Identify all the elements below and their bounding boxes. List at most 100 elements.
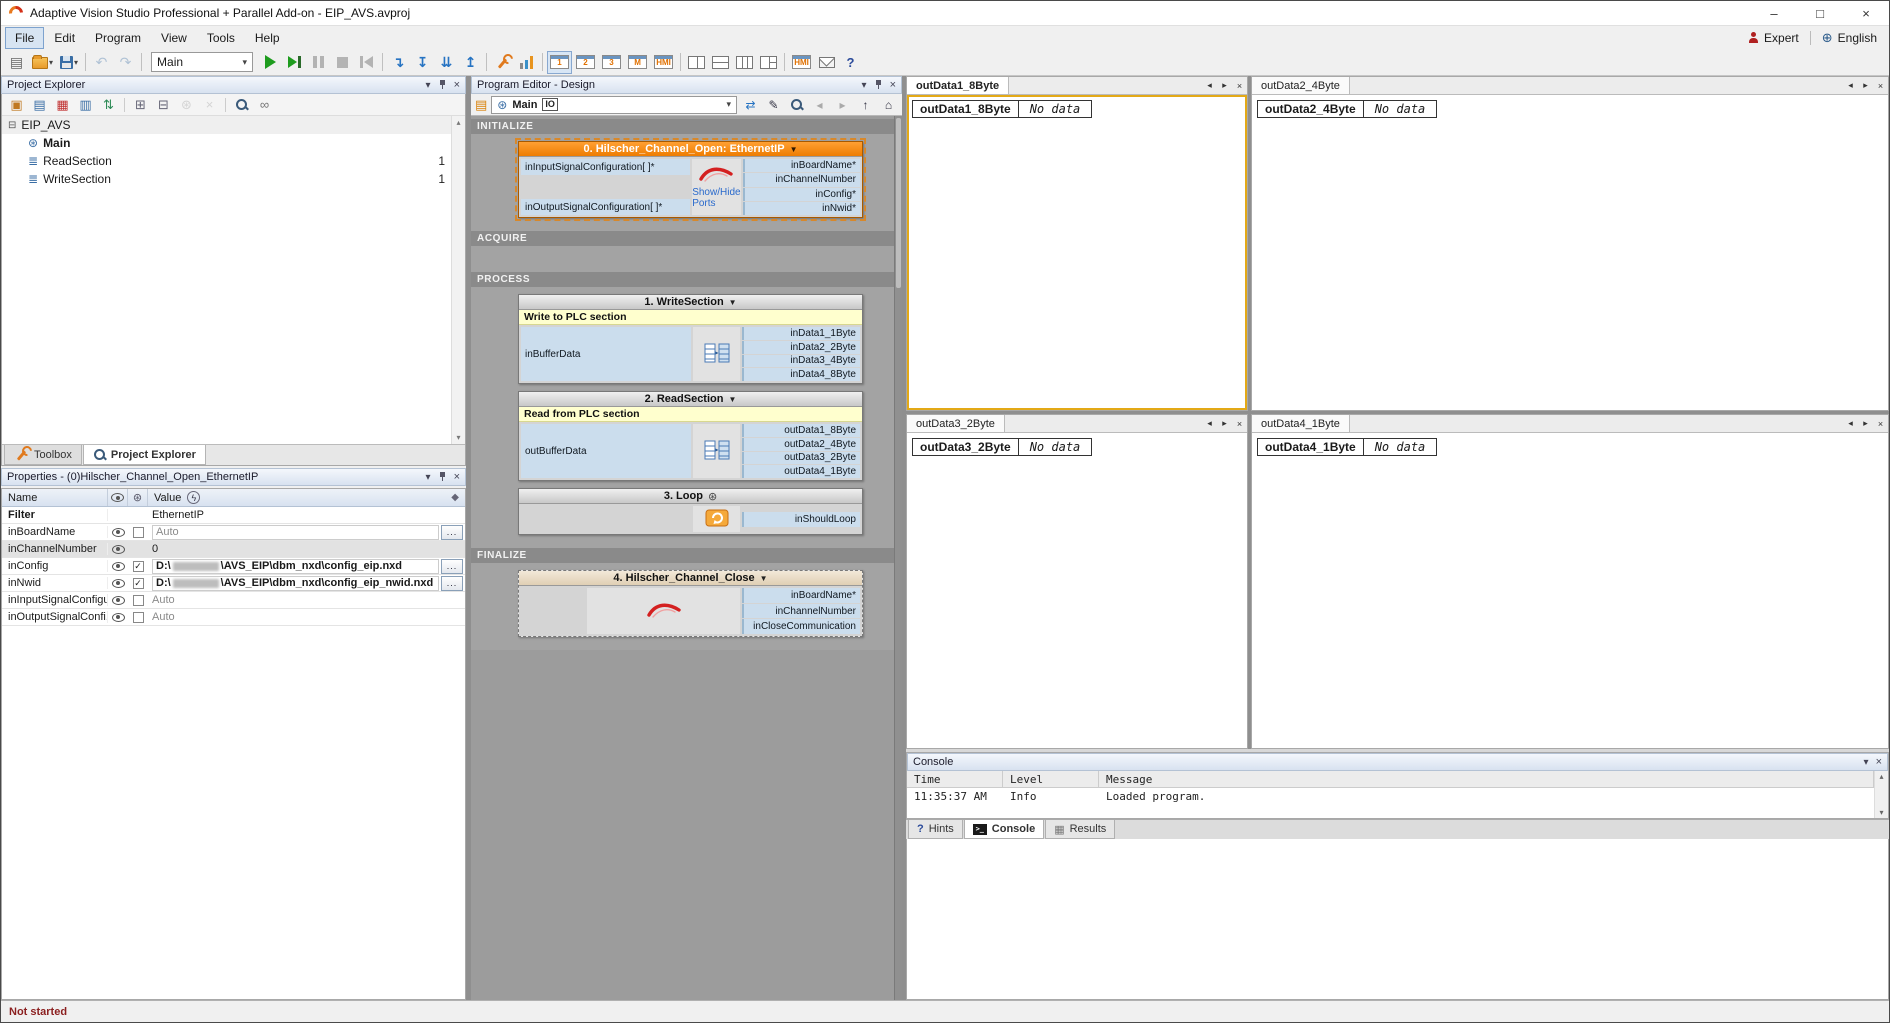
preview-content[interactable]: outData1_8ByteNo data [907,95,1247,410]
expand-icon[interactable]: ▼ [729,298,737,307]
override-checkbox[interactable] [133,612,144,623]
override-cell[interactable]: ✓ [128,561,148,572]
tree-item-writesection[interactable]: ≣WriteSection1 [2,170,451,188]
program-canvas[interactable]: INITIALIZE0. Hilscher_Channel_Open: Ethe… [471,116,902,1000]
save-project-button[interactable]: ▾ [57,51,81,74]
port-inconfig[interactable]: inConfig* [743,188,860,201]
block-4-hilscher-channel-close[interactable]: 4. Hilscher_Channel_Close▼ inBoardName* in… [518,570,863,637]
override-checkbox[interactable]: ✓ [133,561,144,572]
block-header[interactable]: 4. Hilscher_Channel_Close▼ [519,571,862,586]
redo-button[interactable]: ↷ [114,51,137,74]
editor-view-2-button[interactable]: 2 [573,51,598,74]
new-project-button[interactable]: ▤ [5,51,28,74]
new-macrofilter-button[interactable]: ▣ [6,96,27,114]
visibility-cell[interactable] [108,562,128,571]
go-up-button[interactable]: ↑ [856,96,875,114]
move-item-button[interactable]: ⇅ [98,96,119,114]
expand-icon[interactable]: ▼ [760,574,768,583]
port-inclosecommunication[interactable]: inCloseCommunication [742,619,860,634]
port-indata4-8byte[interactable]: inData4_8Byte [742,368,860,381]
hmi-designer-button[interactable]: HMI [789,51,814,74]
override-cell[interactable] [128,595,148,606]
step-previous-button[interactable] [355,51,378,74]
property-row-inconfig[interactable]: inConfig✓D:\\AVS_EIP\dbm_nxd\config_eip.… [2,558,465,575]
block-header[interactable]: 2. ReadSection▼ [519,392,862,407]
close-icon[interactable]: × [454,79,460,91]
macrofilter-list-icon[interactable]: ▤ [475,97,487,113]
go-home-button[interactable]: ⌂ [879,96,898,114]
navigate-forward-button[interactable]: ▸ [833,96,852,114]
collapse-all-button[interactable]: ⊟ [153,96,174,114]
expander-icon[interactable]: ⊟ [8,120,16,131]
editor-view-m-button[interactable]: M [625,51,650,74]
block-header[interactable]: 3. Loop⊛ [519,489,862,504]
property-row-inoutputsignalconfi[interactable]: inOutputSignalConfi...Auto [2,609,465,626]
panel-menu-icon[interactable]: ▾ [862,80,867,91]
override-checkbox[interactable]: ✓ [133,578,144,589]
port-inboardname[interactable]: inBoardName* [742,588,860,603]
new-step-button[interactable]: ▤ [29,96,50,114]
pin-icon[interactable] [874,80,883,90]
close-button[interactable]: × [1843,1,1889,25]
property-row-inchannelnumber[interactable]: inChannelNumber0 [2,541,465,558]
browse-button[interactable]: ... [441,525,463,540]
port-outdata4-1byte[interactable]: outData4_1Byte [742,465,860,478]
block-3-loop[interactable]: 3. Loop⊛inShouldLoop [518,488,863,535]
iterate-button[interactable] [283,51,306,74]
visibility-cell[interactable] [108,528,128,537]
chevron-down-icon[interactable]: ▾ [74,58,78,67]
layout-three-columns-button[interactable] [733,51,756,74]
navigate-back-button[interactable]: ◂ [810,96,829,114]
scroll-right-icon[interactable]: ▸ [1217,77,1232,94]
menu-program[interactable]: Program [85,27,151,49]
port-inbufferdata[interactable]: inBufferData [521,327,691,381]
tab-toolbox[interactable]: Toolbox [4,445,82,465]
port-indata2-2byte[interactable]: inData2_2Byte [742,341,860,354]
tab-project-explorer[interactable]: Project Explorer [83,445,206,465]
editor-view-1-button[interactable]: 1 [547,51,572,74]
panel-menu-icon[interactable]: ▾ [1864,757,1869,768]
run-button[interactable] [259,51,282,74]
update-data-previews-button[interactable] [491,51,514,74]
property-row-inboardname[interactable]: inBoardNameAuto... [2,524,465,541]
console-row[interactable]: 11:35:37 AMInfoLoaded program. [907,788,1874,804]
visibility-cell[interactable] [108,613,128,622]
minimize-button[interactable]: – [1751,1,1797,25]
expert-mode-label[interactable]: Expert [1764,31,1799,45]
scroll-left-icon[interactable]: ◂ [1202,77,1217,94]
preview-content[interactable]: outData2_4ByteNo data [1252,95,1888,410]
layout-mixed-button[interactable] [757,51,780,74]
property-row-filter[interactable]: FilterEthernetIP [2,507,465,524]
port-inboardname[interactable]: inBoardName* [743,159,860,172]
new-task-button[interactable]: ▦ [52,96,73,114]
column-name[interactable]: Name [2,489,108,506]
chevron-down-icon[interactable]: ▾ [243,57,248,68]
override-checkbox[interactable] [133,595,144,606]
port-indata3-4byte[interactable]: inData3_4Byte [742,355,860,368]
scroll-left-icon[interactable]: ◂ [1202,415,1217,432]
close-icon[interactable]: × [1873,415,1888,432]
find-in-program-button[interactable] [787,96,806,114]
step-out-button[interactable]: ↥ [459,51,482,74]
port-outdata2-4byte[interactable]: outData2_4Byte [742,438,860,451]
pause-button[interactable] [307,51,330,74]
expand-icon[interactable]: ▼ [790,145,798,154]
visibility-cell[interactable] [108,545,128,554]
menu-view[interactable]: View [151,27,197,49]
column-visibility[interactable] [108,489,128,506]
new-variant-button[interactable]: ▥ [75,96,96,114]
override-checkbox[interactable] [133,527,144,538]
scroll-up-icon[interactable]: ▴ [1879,772,1883,781]
column-settings[interactable]: ⊛ [128,489,148,506]
stop-button[interactable] [331,51,354,74]
scroll-down-icon[interactable]: ▾ [456,433,460,442]
panel-menu-icon[interactable]: ▾ [426,472,431,483]
open-project-button[interactable]: ▾ [29,51,56,74]
browse-button[interactable]: ... [441,559,463,574]
property-row-ininputsignalconfigu[interactable]: inInputSignalConfigu...Auto [2,592,465,609]
pin-icon[interactable] [438,80,447,90]
block-0-hilscher-channel-open-ethernetip[interactable]: 0. Hilscher_Channel_Open: EthernetIP▼inI… [518,141,863,218]
menu-edit[interactable]: Edit [44,27,85,49]
port-ininputsignalconfiguration[interactable]: inInputSignalConfiguration[ ]* [521,159,690,175]
block-2-readsection[interactable]: 2. ReadSection▼Read from PLC sectionoutB… [518,391,863,481]
